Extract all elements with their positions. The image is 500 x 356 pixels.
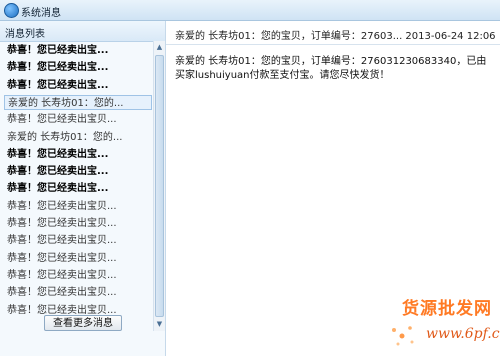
view-more-messages-button[interactable]: 查看更多消息 bbox=[44, 315, 122, 331]
message-detail-summary: 亲爱的 长寿坊01：您的宝贝，订单编号：27603... 2013-06-24 … bbox=[175, 31, 496, 42]
message-detail-header: 亲爱的 长寿坊01：您的宝贝，订单编号：27603... 2013-06-24 … bbox=[166, 21, 500, 45]
scroll-up-arrow-icon[interactable]: ▲ bbox=[155, 43, 164, 52]
message-list-item[interactable]: 恭喜！您已经卖出宝... bbox=[4, 164, 152, 179]
scroll-down-arrow-icon[interactable]: ▼ bbox=[155, 320, 164, 329]
message-list-header: 消息列表 bbox=[0, 21, 165, 42]
message-detail-body: 亲爱的 长寿坊01：您的宝贝，订单编号：276031230683340，已由买家… bbox=[175, 56, 487, 81]
message-list-title: 消息列表 bbox=[5, 29, 45, 40]
message-list-item[interactable]: 恭喜！您已经卖出宝贝... bbox=[4, 216, 152, 231]
watermark-text: 货源批发网 bbox=[402, 299, 492, 319]
app-logo-icon bbox=[4, 3, 19, 18]
message-list-item[interactable]: 恭喜！您已经卖出宝贝... bbox=[4, 199, 152, 214]
watermark-url: www.6pf.cn bbox=[426, 326, 500, 342]
message-list-item[interactable]: 亲爱的 长寿坊01：您的... bbox=[4, 130, 152, 145]
message-list-item[interactable]: 恭喜！您已经卖出宝... bbox=[4, 60, 152, 75]
message-list-item[interactable]: 恭喜！您已经卖出宝贝... bbox=[4, 268, 152, 283]
scroll-thumb[interactable] bbox=[155, 55, 164, 317]
message-list-item[interactable]: 恭喜！您已经卖出宝贝... bbox=[4, 251, 152, 266]
message-list-item[interactable]: 恭喜！您已经卖出宝... bbox=[4, 181, 152, 196]
message-list-scrollbar[interactable]: ▲ ▼ bbox=[153, 41, 165, 331]
watermark-logo: 货源批发网 www.6pf.cn bbox=[382, 292, 500, 356]
message-list-item[interactable]: 恭喜！您已经卖出宝贝... bbox=[4, 233, 152, 248]
window-title: 系统消息 bbox=[21, 8, 61, 19]
title-bar: 系统消息 bbox=[0, 0, 500, 21]
message-list-item[interactable]: 恭喜！您已经卖出宝贝... bbox=[4, 112, 152, 127]
message-list-item[interactable]: 恭喜！您已经卖出宝... bbox=[4, 147, 152, 162]
message-list-item[interactable]: 亲爱的 长寿坊01：您的... bbox=[4, 95, 152, 110]
message-list-panel: 消息列表 恭喜！您已经卖出宝... 恭喜！您已经卖出宝... 恭喜！您已经卖出宝..… bbox=[0, 21, 166, 356]
message-list-item[interactable]: 恭喜！您已经卖出宝... bbox=[4, 78, 152, 93]
message-list-item[interactable]: 恭喜！您已经卖出宝贝... bbox=[4, 285, 152, 300]
message-list-item[interactable]: 恭喜！您已经卖出宝... bbox=[4, 43, 152, 58]
